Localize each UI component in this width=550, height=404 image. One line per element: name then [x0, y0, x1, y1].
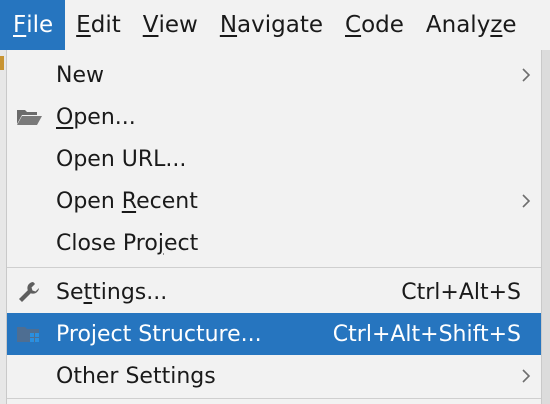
menu-item-project-structure-shortcut: Ctrl+Alt+Shift+S — [332, 321, 521, 347]
menu-edit[interactable]: Edit — [65, 0, 132, 50]
right-scroll-strip — [542, 50, 550, 404]
menu-separator — [7, 267, 541, 268]
menu-navigate-rest: avigate — [237, 12, 324, 38]
menu-item-open-recent-mnemonic: R — [121, 188, 137, 214]
menu-item-close-project-label: Close Project — [56, 231, 198, 256]
menu-edit-mnemonic: E — [76, 12, 91, 38]
menu-item-open-mnemonic: O — [56, 104, 74, 130]
menu-item-settings-shortcut: Ctrl+Alt+S — [401, 279, 521, 305]
menu-item-other-settings-label: Other Settings — [56, 363, 216, 389]
file-menu-dropdown: New Open... Open URL... Open Recent Clos… — [6, 50, 542, 404]
menu-item-settings[interactable]: Settings... Ctrl+Alt+S — [7, 271, 541, 313]
menu-item-close-project-pre: Close Pro — [56, 230, 158, 256]
menu-view-rest: iew — [158, 12, 198, 38]
menu-item-project-structure[interactable]: Project Structure... Ctrl+Alt+Shift+S — [7, 313, 541, 355]
project-structure-icon — [15, 322, 43, 346]
menu-navigate-mnemonic: N — [219, 12, 238, 38]
menu-item-open-label: Open... — [56, 105, 136, 130]
menu-item-close-project[interactable]: Close Project — [7, 222, 541, 264]
menu-item-project-structure-label: Project Structure... — [56, 321, 262, 347]
menu-analyze-mnemonic: z — [490, 12, 503, 38]
menu-item-open[interactable]: Open... — [7, 96, 541, 138]
menu-item-open-url-label: Open URL... — [56, 146, 187, 172]
menu-item-open-recent[interactable]: Open Recent — [7, 180, 541, 222]
menu-file-mnemonic: F — [13, 12, 27, 38]
menu-file[interactable]: File — [0, 0, 66, 50]
wrench-icon — [15, 280, 43, 304]
menu-analyze-rest: e — [502, 12, 517, 38]
menu-item-settings-label: Settings... — [56, 280, 167, 305]
chevron-right-icon — [522, 68, 531, 82]
menu-item-settings-pre: Se — [56, 279, 84, 305]
menu-separator — [7, 398, 541, 399]
menu-view-mnemonic: V — [142, 12, 159, 38]
menu-item-other-settings[interactable]: Other Settings — [7, 355, 541, 397]
menu-code-mnemonic: C — [345, 12, 362, 38]
ide-window: File Edit View Navigate Code Analy z e New — [0, 0, 550, 404]
menu-item-open-recent-pre: Open — [56, 188, 122, 214]
menu-item-open-rest: pen... — [73, 104, 136, 130]
menu-view[interactable]: View — [132, 0, 209, 50]
menu-file-rest: ile — [26, 12, 54, 38]
menu-analyze-pre: Analy — [425, 12, 491, 38]
menu-item-open-recent-rest: ecent — [136, 188, 198, 214]
menu-code[interactable]: Code — [334, 0, 415, 50]
chevron-right-icon — [522, 369, 531, 383]
menu-item-open-recent-label: Open Recent — [56, 189, 198, 214]
menu-item-settings-mnemonic: t — [83, 279, 93, 305]
editor-gutter-mark — [0, 56, 4, 70]
menu-code-rest: ode — [361, 12, 404, 38]
menu-item-new[interactable]: New — [7, 54, 541, 96]
menu-analyze[interactable]: Analy z e — [415, 0, 528, 50]
chevron-right-icon — [522, 194, 531, 208]
menu-navigate[interactable]: Navigate — [209, 0, 334, 50]
folder-open-icon — [15, 105, 43, 129]
menu-item-new-label: New — [56, 62, 104, 88]
menu-item-open-url[interactable]: Open URL... — [7, 138, 541, 180]
menu-edit-rest: dit — [90, 12, 121, 38]
main-menubar: File Edit View Navigate Code Analy z e — [0, 0, 550, 50]
menu-item-close-project-rest: ect — [163, 230, 199, 256]
menu-item-settings-rest: tings... — [92, 279, 168, 305]
